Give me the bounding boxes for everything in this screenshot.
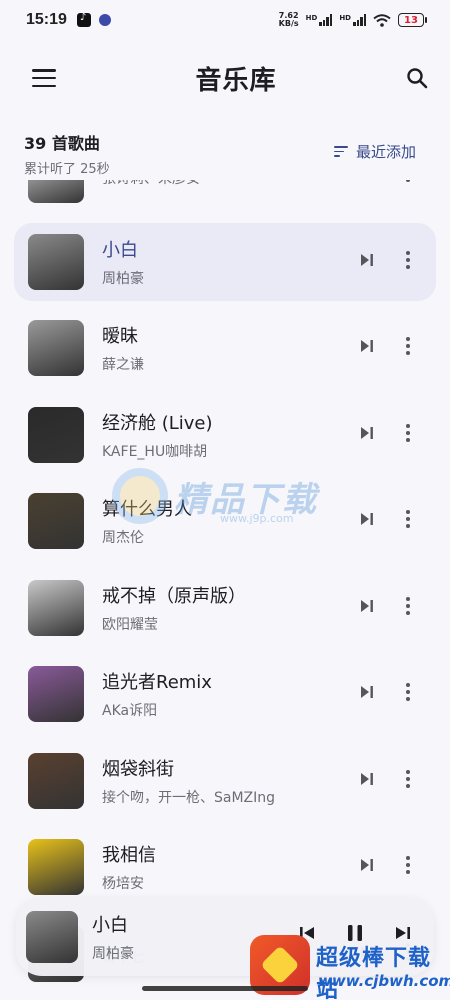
album-cover [28, 320, 84, 376]
sort-label: 最近添加 [355, 143, 416, 161]
cell-signal-2-icon: HD [339, 14, 366, 26]
song-artist: KAFE_HU咖啡胡 [102, 443, 208, 460]
play-next-icon[interactable] [360, 253, 374, 267]
song-row[interactable]: 戒不掉（原声版） 欧阳耀莹 [14, 569, 436, 647]
play-next-icon[interactable] [360, 339, 374, 353]
album-cover [28, 579, 84, 636]
network-speed-unit: KB/s [278, 19, 299, 28]
song-meta: 经济舱 (Live) KAFE_HU咖啡胡 [102, 409, 213, 461]
play-next-icon[interactable] [360, 599, 374, 613]
hd-label: HD [305, 14, 318, 22]
cell-signal-icon: HD [306, 14, 333, 26]
listen-time: 累计听了 25秒 [24, 162, 110, 177]
song-title: 追光者Remix [102, 672, 212, 693]
song-artist: 薛之谦 [102, 357, 144, 373]
song-title: 戒不掉（原声版） [102, 585, 246, 607]
song-meta: 我相信 杨培安 [102, 841, 156, 893]
song-meta: 追光者Remix AKa诉阳 [102, 668, 212, 720]
status-time: 15:19 [26, 11, 67, 28]
app-header: 音乐库 [0, 52, 450, 104]
song-row[interactable]: 烟袋斜街接个吻，开一枪、SaMZIng [14, 742, 436, 820]
album-cover [28, 839, 84, 895]
song-meta: 戒不掉（原声版） 欧阳耀莹 [102, 582, 246, 634]
more-icon[interactable] [406, 250, 410, 269]
song-artist: 接个吻，开一枪、SaMZIng [102, 789, 276, 806]
search-icon[interactable] [406, 67, 428, 89]
song-artist: 欧阳耀莹 [102, 616, 158, 633]
hd-label-2: HD [339, 14, 351, 22]
more-icon[interactable] [406, 180, 410, 182]
song-row[interactable]: 追光者Remix AKa诉阳 [14, 655, 436, 733]
play-next-icon[interactable] [360, 426, 374, 440]
tiktok-notification-icon [76, 12, 91, 27]
song-title: 经济舱 (Live) [102, 412, 213, 434]
song-title: 我相信 [102, 845, 156, 866]
song-count: 39 首歌曲 [24, 134, 100, 153]
more-icon[interactable] [406, 423, 410, 442]
album-cover [28, 180, 84, 203]
album-cover [28, 233, 84, 290]
battery-level: 13 [404, 14, 418, 26]
page-title: 音乐库 [195, 65, 277, 96]
song-artist: AKa诉阳 [102, 703, 158, 719]
status-indicators: 7.62 KB/s HD HD 13 [279, 12, 427, 28]
song-artist: 周杰伦 [102, 530, 144, 546]
song-meta: 算什么男人 周杰伦 [102, 495, 192, 547]
song-row[interactable]: 经济舱 (Live) KAFE_HU咖啡胡 [14, 396, 436, 474]
sort-button[interactable]: 最近添加 [333, 141, 416, 162]
song-row[interactable]: 小白 周柏豪 [14, 222, 436, 301]
song-meta: 烟袋斜街接个吻，开一枪、SaMZIng [102, 755, 275, 807]
app-notification-icon [98, 14, 111, 26]
song-artist: 杨培安 [102, 876, 144, 892]
song-title: 算什么男人 [102, 499, 192, 520]
song-meta: 张诗莉、朱彦安 [102, 180, 200, 188]
album-cover [28, 752, 84, 809]
battery-icon: 13 [398, 13, 427, 27]
song-artist: 周柏豪 [102, 270, 144, 287]
song-row[interactable]: 我相信 杨培安 [14, 828, 436, 906]
more-icon[interactable] [406, 337, 410, 355]
library-summary: 39 首歌曲 累计听了 25秒 [24, 130, 110, 177]
menu-icon[interactable] [32, 69, 56, 87]
sort-icon [333, 146, 348, 157]
album-cover [28, 406, 84, 463]
brand-url: www.cjbwh.com [318, 972, 450, 990]
home-indicator[interactable] [142, 986, 308, 991]
song-title: 烟袋斜街 [102, 758, 174, 780]
album-cover [28, 666, 84, 722]
brand-name: 超级棒下载站 [316, 946, 432, 1000]
song-title: 小白 [102, 239, 138, 261]
brand-logo-mark [260, 945, 300, 985]
more-icon[interactable] [406, 596, 410, 615]
more-icon[interactable] [406, 769, 410, 788]
song-title: 暧昧 [102, 326, 138, 347]
play-next-icon[interactable] [360, 512, 374, 526]
network-speed: 7.62 KB/s [279, 12, 299, 28]
album-cover [28, 493, 84, 549]
song-row[interactable]: 张诗莉、朱彦安 [14, 180, 436, 214]
mini-player-meta: 小白 周柏豪 [92, 911, 134, 963]
more-icon[interactable] [406, 510, 410, 528]
song-row[interactable]: 暧昧 薛之谦 [14, 309, 436, 387]
song-meta: 小白 周柏豪 [102, 236, 144, 288]
status-bar: 15:19 7.62 KB/s HD HD 13 [0, 0, 450, 40]
song-meta: 暧昧 薛之谦 [102, 322, 144, 374]
mini-player-title: 小白 [92, 915, 128, 936]
play-next-icon[interactable] [360, 858, 374, 872]
mini-player-cover[interactable] [26, 911, 78, 963]
wifi-icon [373, 13, 391, 27]
play-next-icon[interactable] [360, 772, 374, 786]
song-row[interactable]: 算什么男人 周杰伦 [14, 482, 436, 560]
song-artist: 张诗莉、朱彦安 [102, 180, 200, 188]
more-icon[interactable] [406, 856, 410, 874]
mini-player-artist: 周柏豪 [92, 946, 134, 962]
song-list[interactable]: 张诗莉、朱彦安小白周柏豪暧昧薛之谦经济舱 (Live)KAFE_HU咖啡胡算什么… [0, 180, 450, 1000]
play-next-icon[interactable] [360, 685, 374, 699]
more-icon[interactable] [406, 683, 410, 701]
